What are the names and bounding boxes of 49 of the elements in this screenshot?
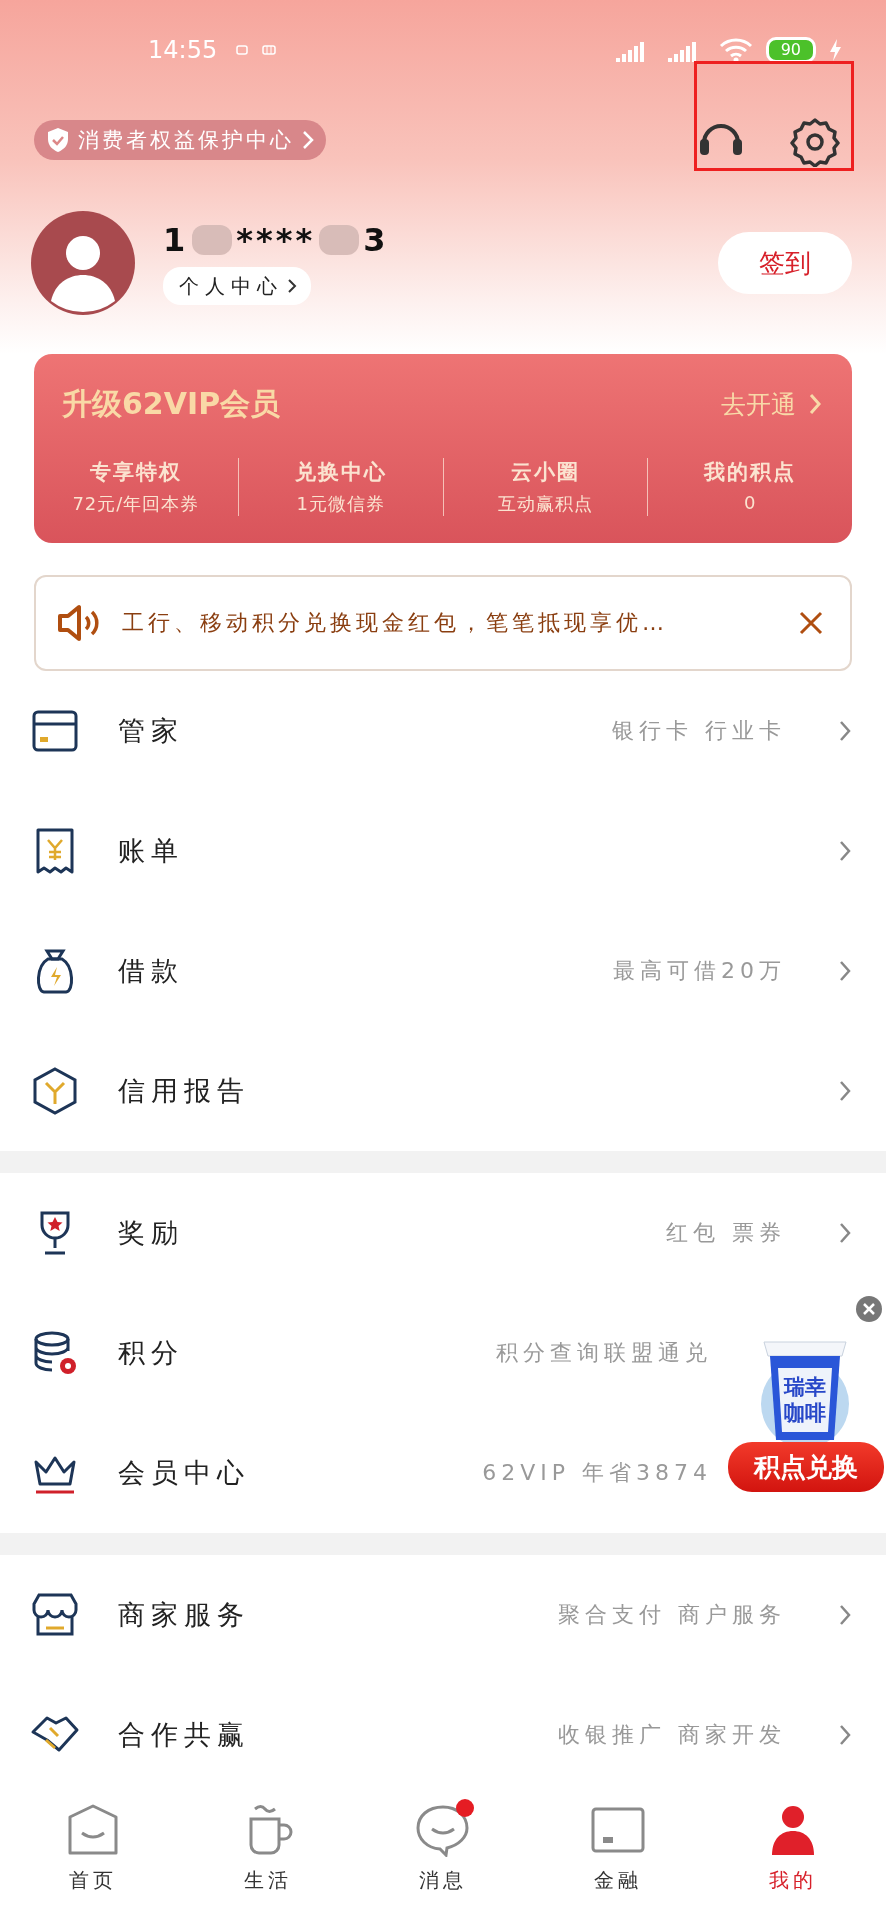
- chevron-icon: [302, 130, 314, 150]
- vip-stat[interactable]: 专享特权 72元/年回本券: [34, 458, 238, 516]
- battery-level: 90: [765, 37, 816, 63]
- user-name: ****: [236, 221, 316, 259]
- menu-hint: 银行卡 行业卡: [612, 717, 786, 745]
- points-exchange-button[interactable]: 积点兑换: [728, 1442, 884, 1492]
- personal-center-link[interactable]: 个人中心: [163, 267, 311, 305]
- user-name: 3: [363, 221, 389, 259]
- chevron-icon: [808, 392, 822, 416]
- menu-label: 合作共赢: [118, 1718, 250, 1752]
- menu-label: 商家服务: [118, 1598, 250, 1632]
- wifi-icon: [717, 36, 754, 64]
- menu-label: 管家: [118, 714, 184, 748]
- rights-center-link[interactable]: 消费者权益保护中心: [34, 120, 326, 160]
- vip-stat[interactable]: 我的积点 0: [647, 458, 852, 516]
- status-time: 14:55: [148, 36, 218, 64]
- charging-icon: [828, 38, 842, 62]
- close-icon[interactable]: [798, 610, 824, 636]
- sign-in-button[interactable]: 签到: [718, 232, 852, 294]
- cup-label: 瑞幸: [784, 1374, 826, 1400]
- blur-mark: [319, 225, 360, 255]
- shield-icon: [46, 127, 70, 153]
- nav-tab[interactable]: 生活: [213, 1803, 323, 1894]
- menu-hint: 聚合支付 商户服务: [558, 1601, 786, 1629]
- nav-tab[interactable]: 我的: [738, 1803, 848, 1894]
- menu-label: 信用报告: [118, 1074, 250, 1108]
- menu-label: 积分: [118, 1336, 184, 1370]
- menu-hint: 红包 票券: [666, 1219, 786, 1247]
- nav-tab[interactable]: 金融: [563, 1803, 673, 1894]
- vip-title: 升级62VIP会员: [62, 384, 281, 423]
- menu-hint: 最高可借20万: [613, 957, 786, 985]
- cup-label: 咖啡: [784, 1400, 826, 1426]
- chevron-icon: [287, 278, 297, 294]
- close-button[interactable]: [856, 1296, 882, 1322]
- vip-stat[interactable]: 云小圈 互动赢积点: [442, 458, 648, 516]
- nav-tab[interactable]: 消息: [388, 1803, 498, 1894]
- menu-hint: 积分查询联盟通兑: [496, 1339, 712, 1367]
- menu-label: 账单: [118, 834, 184, 868]
- vip-stat[interactable]: 兑换中心 1元微信券: [237, 458, 443, 516]
- close-icon: [862, 1302, 876, 1316]
- menu-label: 奖励: [118, 1216, 184, 1250]
- notice-text: 工行、移动积分兑换现金红包，笔笔抵现享优…: [122, 609, 668, 637]
- menu-label: 借款: [118, 954, 184, 988]
- menu-hint: 62VIP 年省3874: [482, 1459, 712, 1487]
- menu-label: 会员中心: [118, 1456, 250, 1490]
- nav-tab[interactable]: 首页: [38, 1803, 148, 1894]
- menu-hint: 收银推广 商家开发: [558, 1721, 786, 1749]
- blur-mark: [192, 225, 233, 255]
- user-name: 1: [163, 221, 189, 259]
